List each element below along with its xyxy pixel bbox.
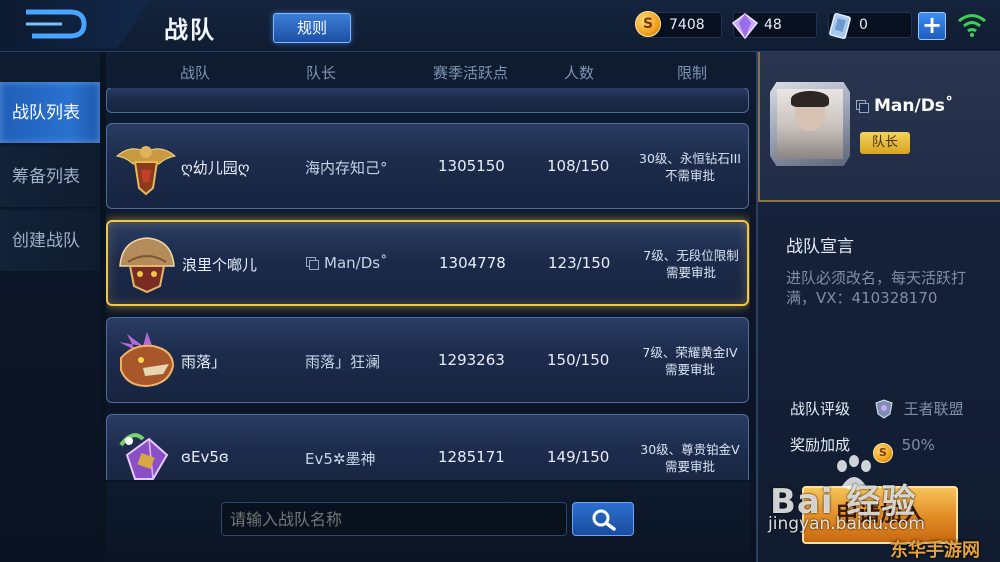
team-search-input[interactable] (221, 502, 567, 536)
declaration-text: 进队必须改名，每天活跃打满，VX：410328170 (786, 269, 967, 307)
leader-name: Man/Ds˚ (856, 96, 953, 116)
diamond-icon (730, 11, 760, 41)
table-row-selected[interactable]: 浪里个啷儿 Man/Ds˚ 1304778 123/150 7级、无段位限制 需… (106, 220, 749, 306)
rating-emblem-icon (875, 399, 893, 419)
member-count: 108/150 (547, 157, 610, 175)
team-name: 雨落」 (181, 353, 227, 371)
table-row[interactable]: ღ幼儿园ღ 海内存知己° 1305150 108/150 30级、永恒钻石III… (106, 123, 749, 209)
season-points: 1305150 (438, 157, 505, 175)
diamond-counter: 48 (730, 11, 817, 41)
copy-icon (856, 100, 869, 113)
declaration-title: 战队宣言 (786, 237, 854, 257)
season-points: 1304778 (439, 254, 506, 272)
table-row[interactable]: ɞEv5ɞ Ev5✲墨神 1285171 149/150 30级、尊贵铂金V 需… (106, 414, 749, 480)
team-leader: 海内存知己° (305, 159, 388, 177)
season-points: 1285171 (438, 448, 505, 466)
add-currency-button[interactable]: + (918, 12, 946, 40)
team-name: 浪里个啷儿 (182, 256, 258, 274)
eagle-emblem-icon (115, 146, 177, 196)
team-leader: Man/Ds˚ (306, 254, 388, 272)
coin-icon: S (635, 11, 665, 41)
team-name: ღ幼儿园ღ (181, 159, 250, 177)
site-watermark: 东华手游网 (890, 540, 980, 561)
col-team: 战队 (180, 64, 211, 82)
nav-prep-list[interactable]: 筹备列表 (0, 146, 100, 208)
join-limits: 30级、尊贵铂金V 需要审批 (640, 442, 740, 474)
col-limits: 限制 (677, 64, 708, 82)
search-bar (106, 482, 750, 562)
leader-card: Man/Ds˚ 队长 (758, 52, 1000, 202)
team-rating: 战队评级 王者联盟 (790, 399, 964, 419)
team-leader: 雨落」狂澜 (305, 353, 381, 371)
leader-badge: 队长 (860, 132, 910, 154)
join-limits: 30级、永恒钻石III 不需审批 (639, 151, 741, 183)
member-count: 123/150 (548, 254, 611, 272)
helmet-emblem-icon (119, 237, 175, 294)
col-leader: 队长 (306, 64, 337, 82)
search-icon (592, 509, 616, 531)
watermark-url: jingyan.baidu.com (768, 514, 925, 534)
back-arrow-icon (26, 9, 87, 39)
list-header: 战队 队长 赛季活跃点 人数 限制 (106, 52, 750, 90)
table-row[interactable]: 雨落」 雨落」狂澜 1293263 150/150 7级、荣耀黄金IV 需要审批 (106, 317, 749, 403)
col-members: 人数 (564, 64, 595, 82)
wifi-icon (958, 14, 986, 37)
member-count: 149/150 (547, 448, 610, 466)
gold-coin-counter: S 7408 (635, 11, 722, 41)
member-count: 150/150 (547, 351, 610, 369)
copy-icon (306, 257, 319, 270)
team-screen: 战队 规则 S 7408 48 0 + 战队列表 筹备列表 创建战队 战队 队长… (0, 0, 1000, 562)
back-button[interactable] (0, 0, 150, 48)
avatar[interactable] (777, 89, 843, 159)
voucher-icon (825, 11, 855, 41)
col-season-points: 赛季活跃点 (433, 64, 509, 82)
team-leader: Ev5✲墨神 (305, 450, 376, 468)
search-button[interactable] (572, 502, 634, 536)
crystal-emblem-icon (119, 433, 169, 480)
join-limits: 7级、无段位限制 需要审批 (643, 248, 739, 280)
page-title: 战队 (164, 16, 216, 44)
dragon-emblem-icon (119, 332, 175, 388)
join-limits: 7级、荣耀黄金IV 需要审批 (642, 345, 738, 377)
nav-team-list[interactable]: 战队列表 (0, 82, 100, 144)
team-name: ɞEv5ɞ (181, 448, 229, 466)
team-list: ღ幼儿园ღ 海内存知己° 1305150 108/150 30级、永恒钻石III… (106, 88, 750, 480)
nav-create-team[interactable]: 创建战队 (0, 210, 100, 272)
rules-button[interactable]: 规则 (273, 13, 351, 43)
voucher-counter: 0 (825, 11, 912, 41)
table-row-partial[interactable] (106, 88, 749, 113)
season-points: 1293263 (438, 351, 505, 369)
top-bar: 战队 规则 S 7408 48 0 + (0, 0, 1000, 52)
